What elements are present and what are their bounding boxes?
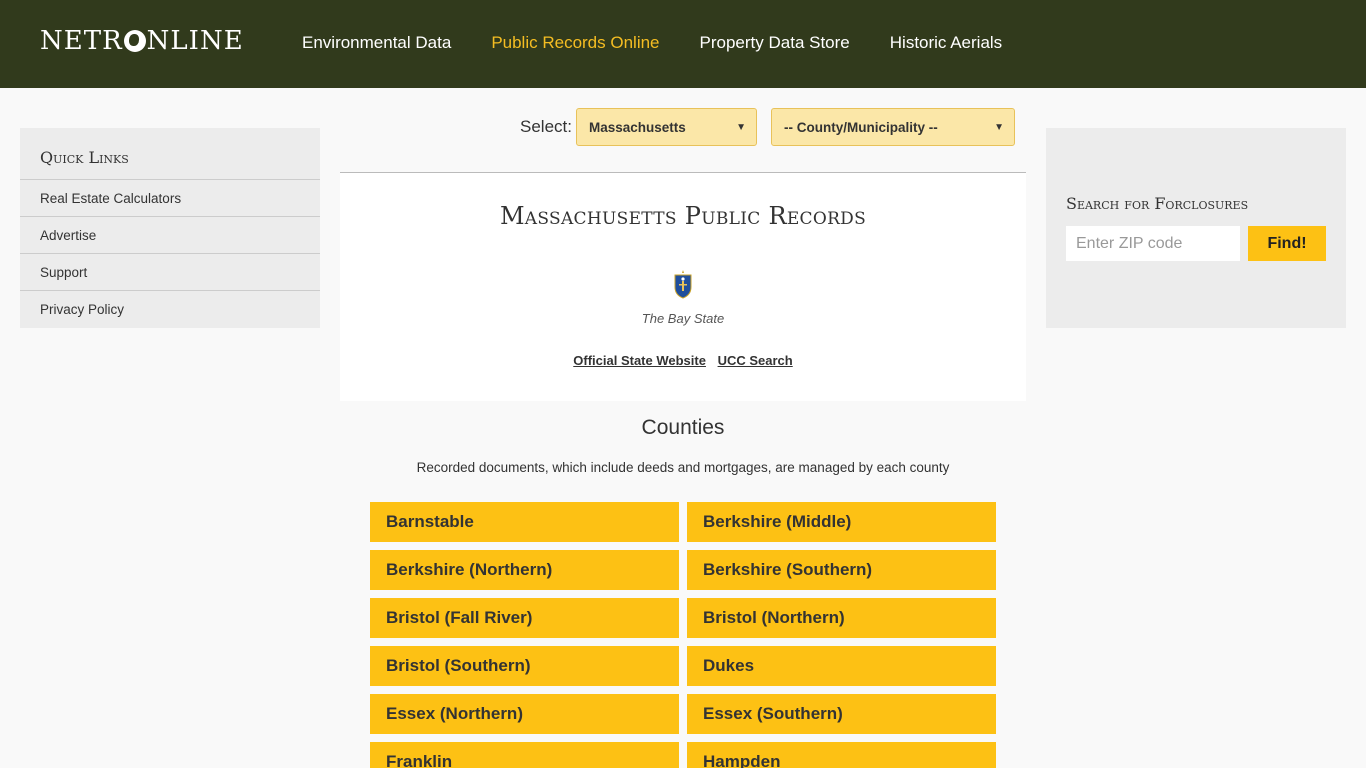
quick-link-advertise[interactable]: Advertise	[20, 217, 320, 254]
quick-link-support[interactable]: Support	[20, 254, 320, 291]
state-seal-icon	[674, 270, 692, 299]
foreclosure-search-title: Search for Forclosures	[1066, 194, 1249, 213]
county-select[interactable]: -- County/Municipality -- ▼	[770, 108, 1015, 146]
county-button-bristol-southern[interactable]: Bristol (Southern)	[370, 646, 679, 686]
state-links: Official State Website UCC Search	[340, 353, 1026, 368]
quick-link-real-estate-calculators[interactable]: Real Estate Calculators	[20, 180, 320, 217]
ucc-search-link[interactable]: UCC Search	[718, 353, 793, 368]
logo-text-left: NETR	[40, 26, 123, 56]
state-card: Massachusetts Public Records The Bay Sta…	[340, 172, 1026, 401]
counties-heading: Counties	[641, 416, 725, 439]
county-button-dukes[interactable]: Dukes	[687, 646, 996, 686]
county-button-bristol-fall-river[interactable]: Bristol (Fall River)	[370, 598, 679, 638]
chevron-down-icon: ▼	[994, 121, 1004, 133]
nav-environmental-data[interactable]: Environmental Data	[302, 33, 451, 53]
site-header: NETR NLINE Environmental Data Public Reco…	[0, 0, 1366, 88]
netronline-logo[interactable]: NETR NLINE	[40, 26, 244, 56]
logo-text-right: NLINE	[146, 26, 244, 56]
location-selector: Select: Massachusetts ▼ -- County/Munici…	[520, 108, 1015, 146]
globe-icon	[123, 30, 146, 52]
county-button-berkshire-middle[interactable]: Berkshire (Middle)	[687, 502, 996, 542]
chevron-down-icon: ▼	[736, 121, 746, 133]
state-select-value: Massachusetts	[588, 119, 686, 135]
quick-links-title: Quick Links	[20, 128, 320, 180]
main-nav: Environmental Data Public Records Online…	[302, 33, 1042, 53]
county-button-berkshire-northern[interactable]: Berkshire (Northern)	[370, 550, 679, 590]
official-state-website-link[interactable]: Official State Website	[573, 353, 706, 368]
zip-code-input[interactable]: Enter ZIP code	[1066, 226, 1240, 261]
county-button-barnstable[interactable]: Barnstable	[370, 502, 679, 542]
county-button-franklin[interactable]: Franklin	[370, 742, 679, 768]
nav-property-data-store[interactable]: Property Data Store	[700, 33, 850, 53]
find-button[interactable]: Find!	[1248, 226, 1326, 261]
foreclosure-search-panel: Search for Forclosures Enter ZIP code Fi…	[1046, 128, 1346, 328]
county-button-essex-northern[interactable]: Essex (Northern)	[370, 694, 679, 734]
state-nickname: The Bay State	[641, 311, 725, 326]
nav-public-records-online[interactable]: Public Records Online	[491, 33, 659, 53]
select-label: Select:	[520, 117, 572, 136]
state-select[interactable]: Massachusetts ▼	[575, 108, 757, 146]
counties-subtitle: Recorded documents, which include deeds …	[416, 460, 950, 475]
page-title: Massachusetts Public Records	[499, 202, 867, 230]
county-button-essex-southern[interactable]: Essex (Southern)	[687, 694, 996, 734]
county-button-hampden[interactable]: Hampden	[687, 742, 996, 768]
nav-historic-aerials[interactable]: Historic Aerials	[890, 33, 1002, 53]
quick-link-privacy-policy[interactable]: Privacy Policy	[20, 291, 320, 328]
county-button-bristol-northern[interactable]: Bristol (Northern)	[687, 598, 996, 638]
county-button-berkshire-southern[interactable]: Berkshire (Southern)	[687, 550, 996, 590]
county-select-value: -- County/Municipality --	[783, 119, 938, 135]
quick-links-panel: Quick Links Real Estate Calculators Adve…	[20, 128, 320, 328]
